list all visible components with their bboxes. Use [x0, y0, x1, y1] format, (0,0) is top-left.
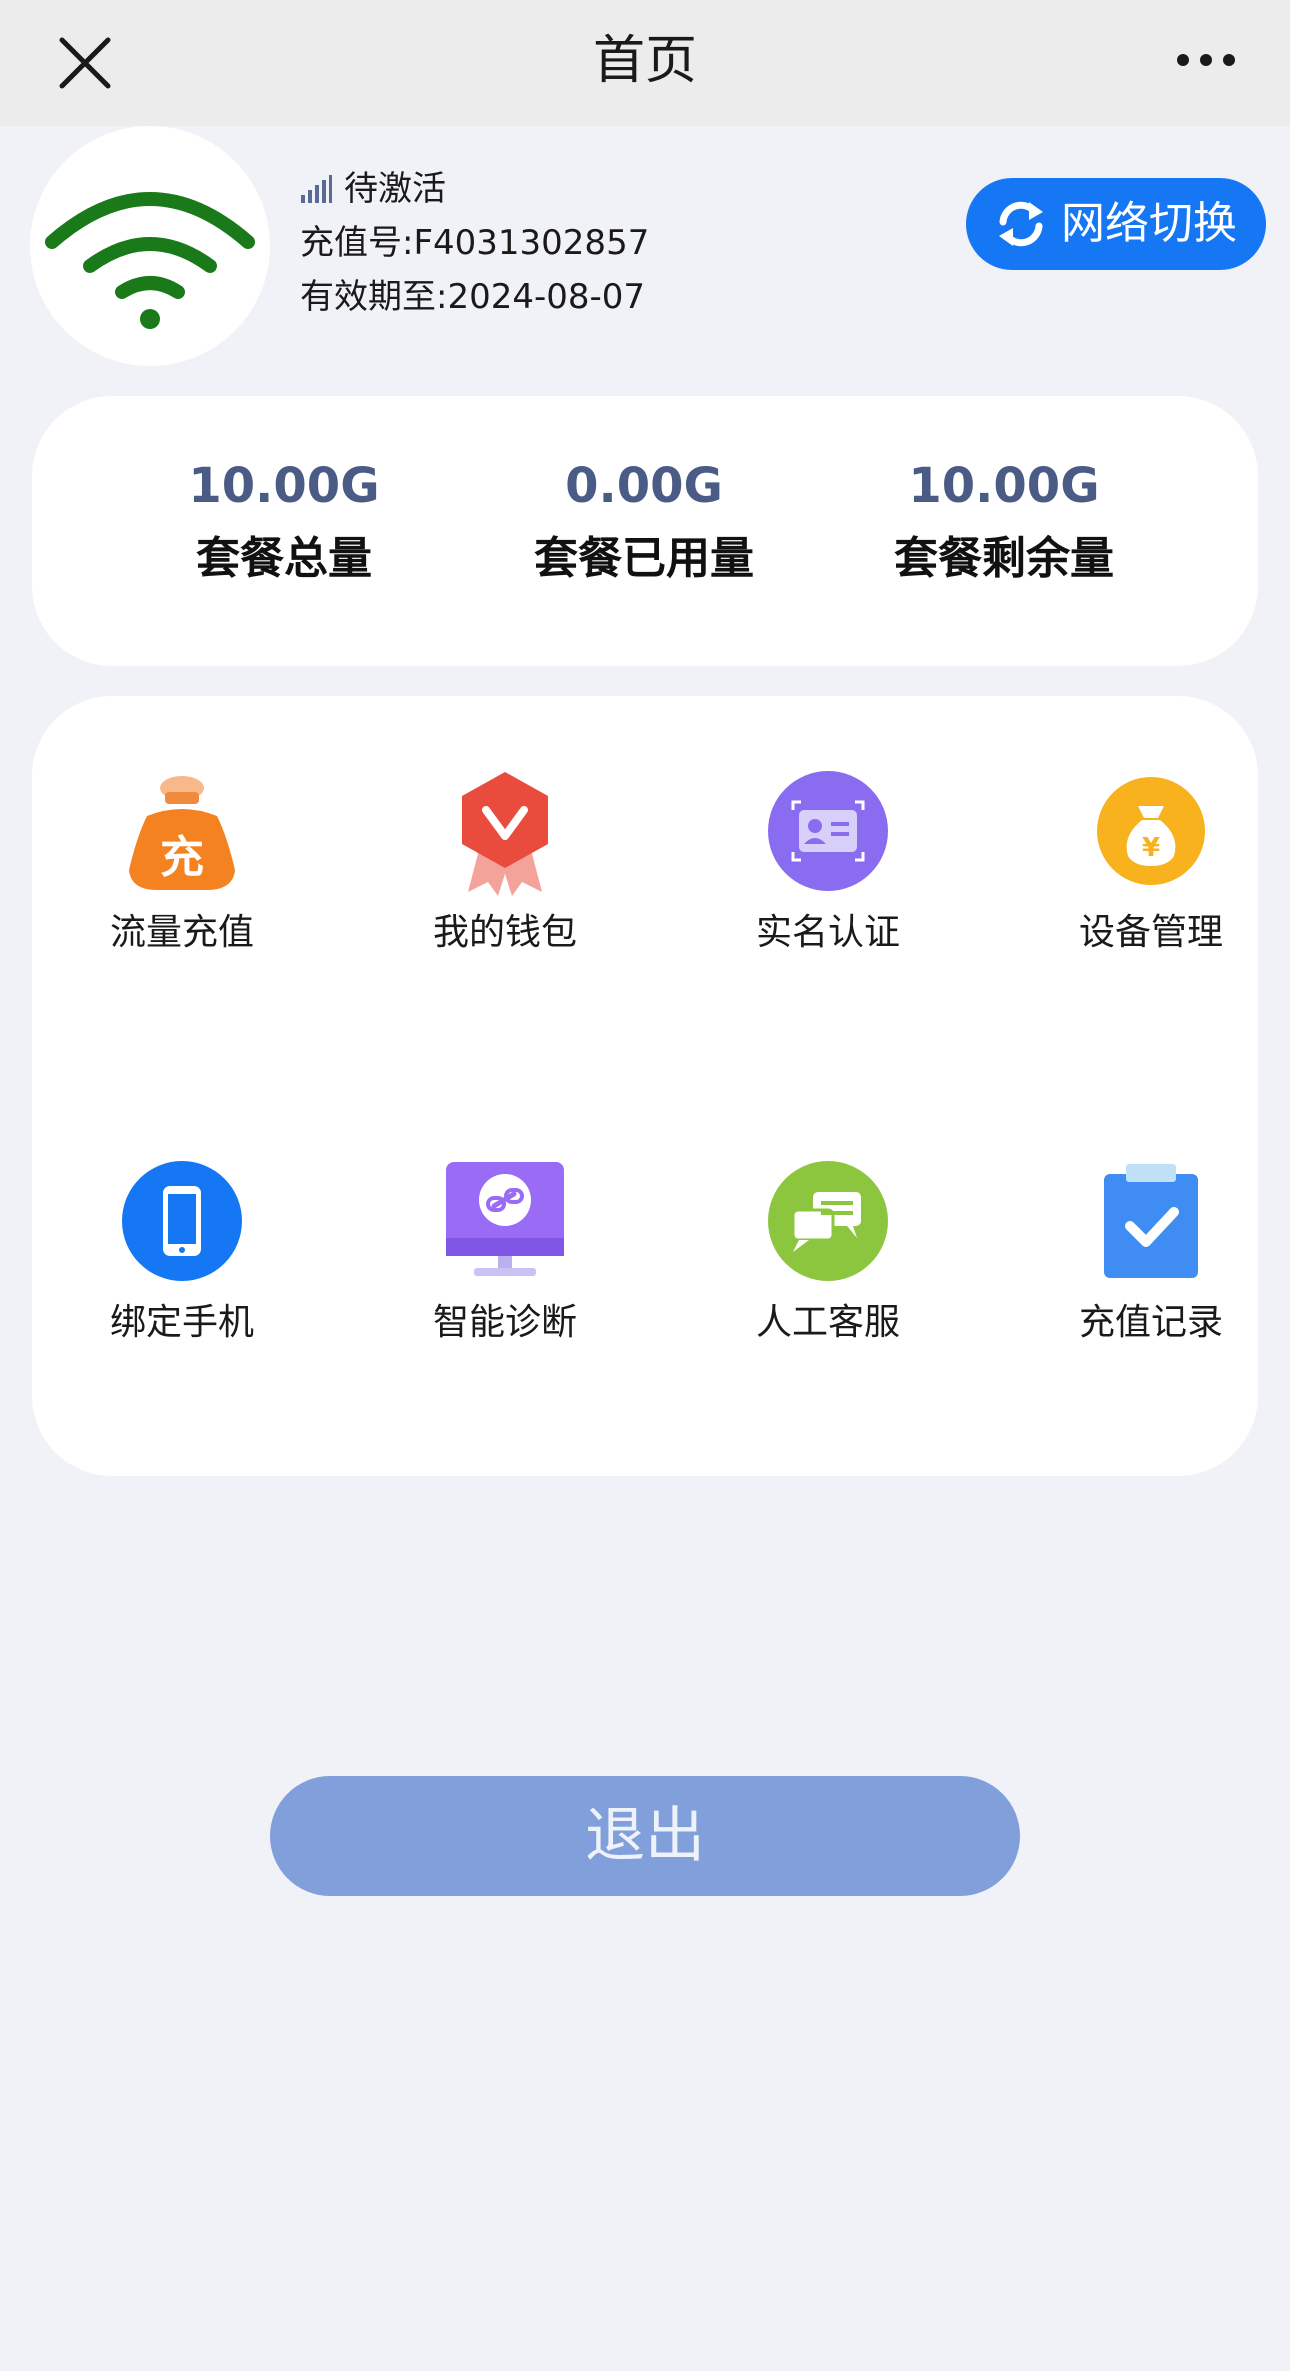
monitor-link-icon: [446, 1162, 564, 1276]
menu-item-device[interactable]: ¥ 设备管理: [1031, 766, 1271, 958]
svg-text:¥: ¥: [1142, 833, 1160, 863]
stat-total: 10.00G 套餐总量: [104, 456, 464, 594]
menu-label: 流量充值: [109, 912, 254, 953]
menu-label: 人工客服: [755, 1302, 900, 1343]
menu-item-recharge-history[interactable]: 充值记录: [1031, 1156, 1271, 1348]
stat-value: 10.00G: [908, 458, 1100, 514]
id-card-icon: [768, 771, 888, 891]
stat-value: 0.00G: [565, 458, 723, 514]
menu-item-realname[interactable]: 实名认证: [708, 766, 948, 958]
menu-item-recharge[interactable]: 充 流量充值: [62, 766, 302, 958]
network-switch-label: 网络切换: [1061, 198, 1237, 249]
menu-label: 充值记录: [1078, 1302, 1223, 1343]
menu-label: 设备管理: [1078, 912, 1223, 953]
menu-item-customer-service[interactable]: 人工客服: [708, 1156, 948, 1348]
menu-label: 智能诊断: [432, 1302, 577, 1343]
stat-label: 套餐总量: [196, 533, 372, 584]
menu-label: 我的钱包: [432, 912, 577, 953]
money-bag-recharge-icon: 充: [129, 776, 235, 890]
page-title: 首页: [592, 31, 697, 91]
package-stats-card: 10.00G 套餐总量 0.00G 套餐已用量 10.00G 套餐剩余量: [32, 396, 1258, 666]
nav-bar: 首页: [0, 0, 1290, 126]
recharge-number: 充值号:F4031302857: [300, 223, 650, 263]
menu-label: 绑定手机: [109, 1302, 254, 1343]
menu-label: 实名认证: [755, 912, 900, 953]
more-icon[interactable]: [1175, 48, 1237, 72]
clipboard-check-icon: [1104, 1164, 1198, 1278]
stat-label: 套餐剩余量: [894, 533, 1114, 584]
avatar: [30, 126, 270, 366]
wifi-icon: [45, 192, 255, 329]
stat-used: 0.00G 套餐已用量: [464, 456, 824, 594]
chat-bubbles-icon: [768, 1161, 888, 1281]
svg-text:充: 充: [160, 832, 204, 883]
stat-value: 10.00G: [188, 458, 380, 514]
menu-item-diagnosis[interactable]: 智能诊断: [385, 1156, 625, 1348]
menu-item-bind-phone[interactable]: 绑定手机: [62, 1156, 302, 1348]
logout-button[interactable]: 退出: [270, 1776, 1020, 1896]
stat-remaining: 10.00G 套餐剩余量: [824, 456, 1184, 594]
function-menu-card: 充 流量充值 我的钱包 实名认证 ¥ 设备管理 绑定手机 智能诊断 人工客服 充…: [32, 696, 1258, 1476]
phone-icon: [122, 1161, 242, 1281]
stat-label: 套餐已用量: [534, 533, 754, 584]
refresh-icon: [999, 201, 1043, 247]
status-row: 待激活: [300, 162, 649, 216]
coin-bag-icon: ¥: [1097, 777, 1205, 885]
valid-until: 有效期至:2024-08-07: [300, 277, 646, 317]
wallet-badge-icon: [462, 772, 548, 896]
menu-item-wallet[interactable]: 我的钱包: [385, 766, 625, 958]
device-info: 待激活 充值号:F4031302857 有效期至:2024-08-07: [300, 162, 649, 324]
signal-icon: [301, 175, 332, 203]
network-switch-button[interactable]: 网络切换: [966, 178, 1266, 270]
status-text: 待激活: [344, 169, 446, 209]
